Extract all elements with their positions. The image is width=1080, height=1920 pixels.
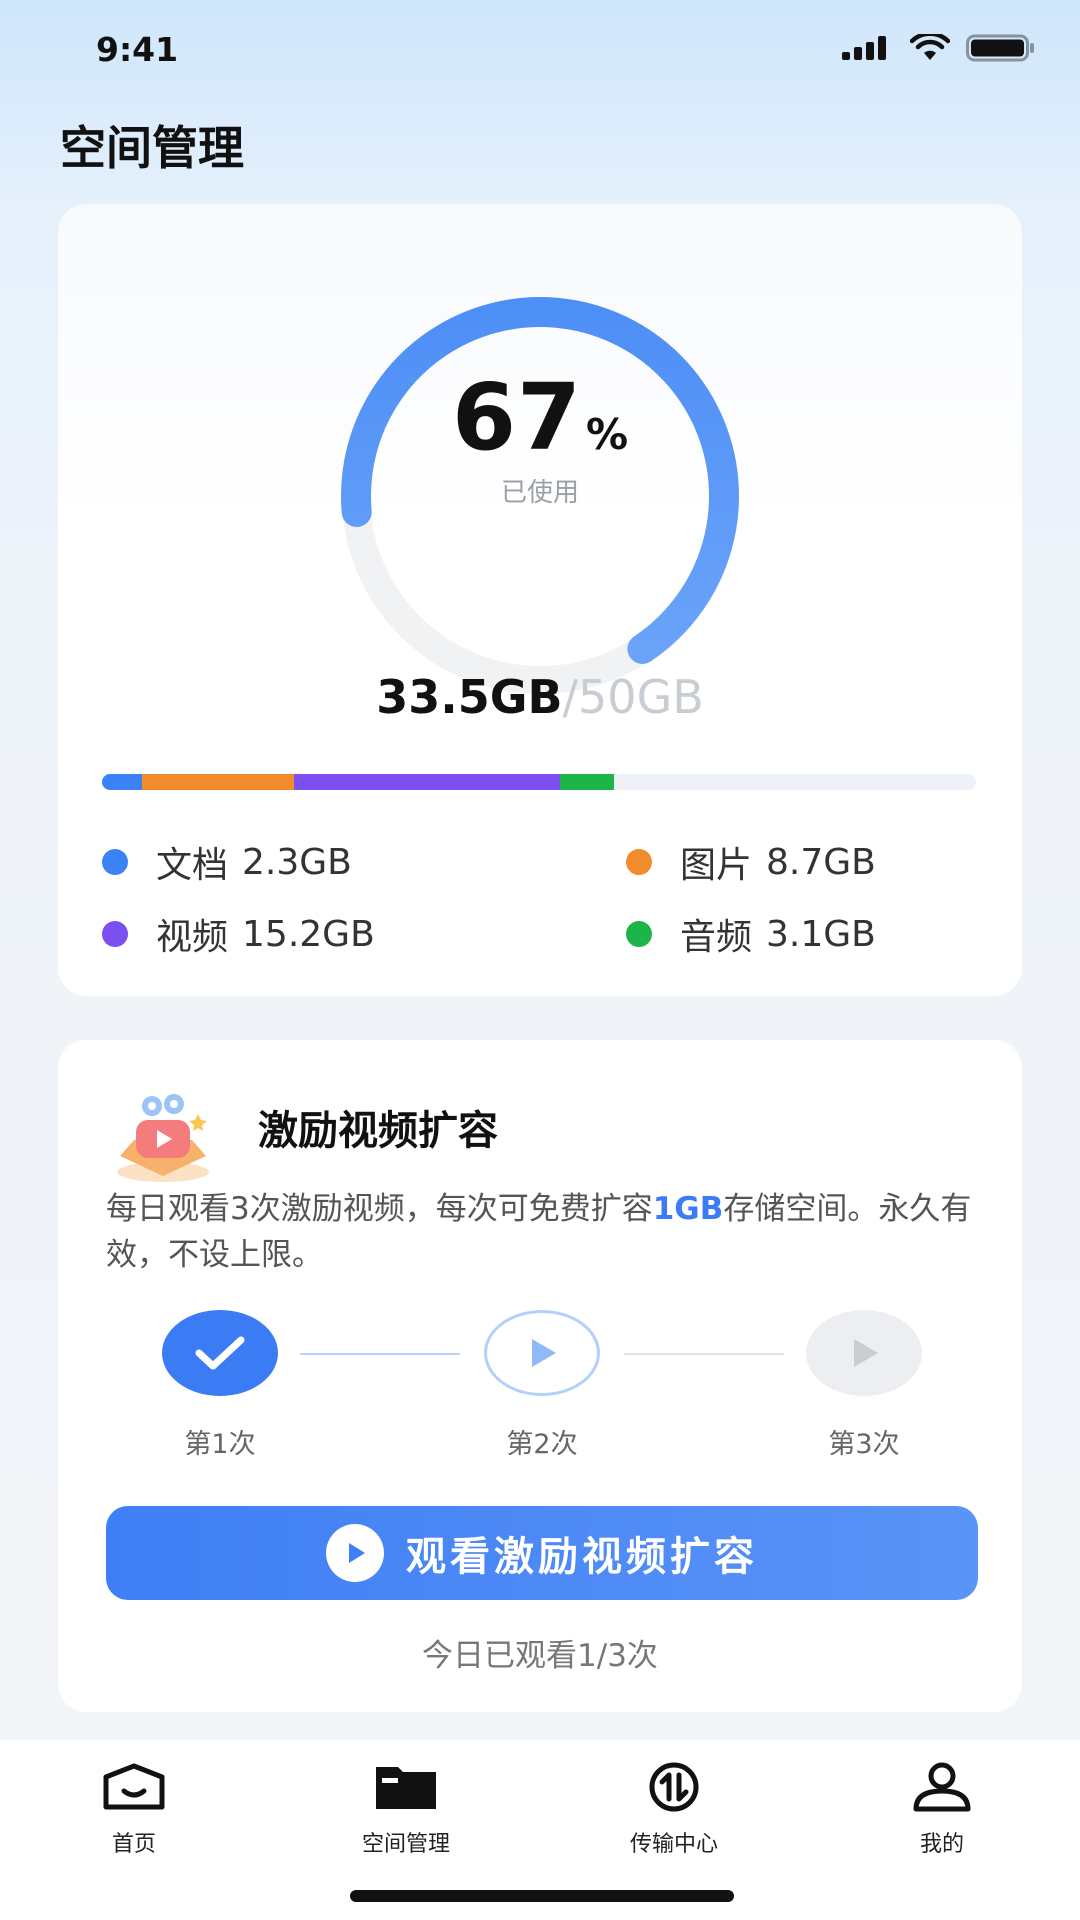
reward-title: 激励视频扩容 (258, 1108, 498, 1154)
step-label: 第2次 (506, 1429, 578, 1460)
step-label: 第1次 (184, 1429, 256, 1460)
step-locked-circle (806, 1310, 922, 1396)
step-1: 第1次 (160, 1310, 280, 1461)
tab-transfer[interactable]: 传输中心 (574, 1758, 774, 1858)
legend-size: 2.3GB (242, 841, 352, 883)
legend-item-audio: 音频 3.1GB (626, 908, 876, 960)
tab-label: 空间管理 (361, 1832, 450, 1857)
reward-steps: 第1次 第2次 第3次 (58, 1310, 1022, 1470)
images-dot-icon (626, 849, 652, 875)
usage-percent: 67% (58, 364, 1022, 471)
legend-label: 视频 (156, 917, 229, 958)
step-3: 第3次 (804, 1310, 924, 1461)
user-icon (913, 1762, 971, 1812)
bar-segment-3 (559, 774, 615, 790)
folder-icon (376, 1767, 436, 1809)
storage-used: 33.5GB (376, 670, 563, 724)
play-icon (854, 1339, 878, 1367)
watch-video-button-label: 观看激励视频扩容 (406, 1534, 758, 1580)
status-time: 9:41 (96, 30, 179, 69)
legend-item-images: 图片 8.7GB (626, 836, 876, 888)
bar-segment-0 (102, 774, 143, 790)
reward-card: 激励视频扩容 每日观看3次激励视频，每次可免费扩容1GB存储空间。永久有效，不设… (58, 1040, 1022, 1712)
video-dot-icon (102, 921, 128, 947)
transfer-icon (649, 1762, 699, 1812)
usage-caption: 已使用 (500, 478, 579, 508)
usage-percent-value: 67 (451, 364, 582, 471)
legend-size: 15.2GB (242, 913, 375, 955)
legend-label: 图片 (680, 845, 753, 886)
play-icon (532, 1339, 556, 1367)
storage-breakdown-bar (102, 774, 976, 790)
status-icons (842, 34, 1036, 62)
play-circle-icon (326, 1524, 384, 1582)
tab-label: 传输中心 (629, 1832, 718, 1857)
tab-space-management[interactable]: 空间管理 (306, 1758, 506, 1858)
tab-bar: 首页 空间管理 传输中心 我的 (0, 1740, 1080, 1920)
storage-capacity: /50GB (562, 670, 704, 724)
watch-video-button[interactable]: 观看激励视频扩容 (106, 1506, 978, 1600)
storage-card: 67% 已使用 33.5GB/50GB 文档 2.3GB 图片 8.7GB 视频… (58, 204, 1022, 996)
home-icon (103, 1763, 165, 1810)
step-label: 第3次 (828, 1429, 900, 1460)
signal-icon (842, 36, 886, 60)
storage-total: 33.5GB/50GB (58, 670, 1022, 724)
tab-label: 首页 (111, 1832, 156, 1857)
home-indicator (350, 1890, 734, 1902)
watched-count: 今日已观看1/3次 (422, 1638, 658, 1674)
legend-label: 文档 (156, 845, 229, 886)
step-2: 第2次 (482, 1310, 602, 1461)
battery-icon (966, 34, 1034, 62)
bar-segment-1 (142, 774, 295, 790)
tab-profile[interactable]: 我的 (842, 1758, 1042, 1858)
audio-dot-icon (626, 921, 652, 947)
bar-segment-2 (294, 774, 560, 790)
usage-percent-unit: % (585, 410, 629, 459)
legend-size: 3.1GB (766, 913, 876, 955)
step-connector (624, 1353, 784, 1355)
step-connector (300, 1353, 460, 1355)
gift-video-icon (117, 1094, 209, 1182)
check-icon (195, 1336, 245, 1370)
legend-size: 8.7GB (766, 841, 876, 883)
tab-home[interactable]: 首页 (34, 1758, 234, 1858)
page-title: 空间管理 (60, 121, 244, 175)
legend-label: 音频 (680, 917, 753, 958)
reward-desc-highlight: 1GB (652, 1191, 724, 1227)
reward-description: 每日观看3次激励视频，每次可免费扩容1GB存储空间。永久有效，不设上限。 (106, 1186, 986, 1278)
reward-desc-text: 每日观看3次激励视频，每次可免费扩容 (106, 1191, 653, 1227)
step-done-circle (162, 1310, 278, 1396)
wifi-icon (910, 34, 950, 60)
docs-dot-icon (102, 849, 128, 875)
tab-label: 我的 (919, 1832, 964, 1857)
legend-item-docs: 文档 2.3GB (102, 836, 352, 888)
legend-item-video: 视频 15.2GB (102, 908, 375, 960)
step-current-circle (484, 1310, 600, 1396)
status-bar: 9:41 (0, 0, 1080, 100)
